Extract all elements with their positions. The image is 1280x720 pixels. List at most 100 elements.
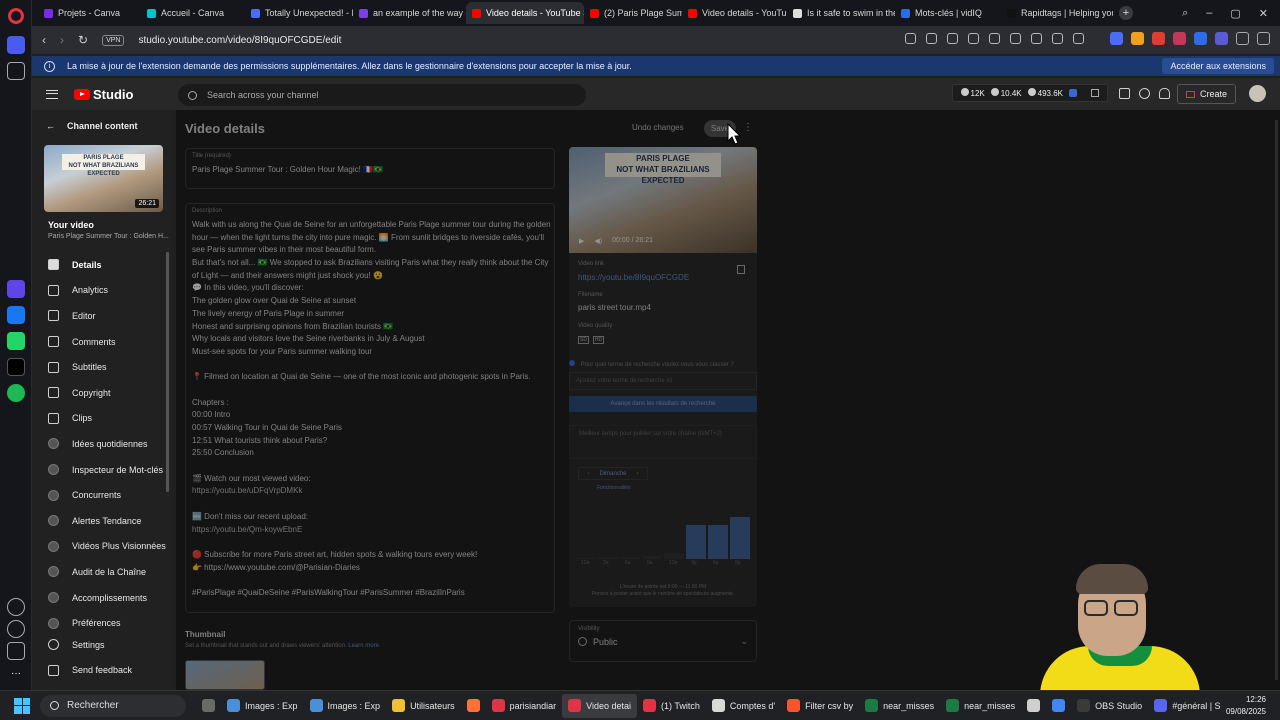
tampermonkey-extension-icon[interactable]	[1131, 32, 1144, 45]
studio-logo[interactable]: Studio	[74, 87, 133, 102]
learn-more-link[interactable]: Learn more	[348, 643, 379, 649]
page-scrollbar[interactable]	[1275, 120, 1278, 680]
taskbar-app[interactable]	[1046, 694, 1071, 718]
video-link[interactable]: https://youtu.be/8I9quOFCGDE	[578, 273, 689, 282]
profile-icon[interactable]	[1073, 33, 1084, 44]
sidebar-item-vid-os-plus-visionn-es[interactable]: Vidéos Plus Visionnées	[32, 534, 170, 560]
taskbar-app[interactable]: Video detai	[562, 693, 637, 718]
puzzle-icon[interactable]	[1257, 32, 1270, 45]
vidiq-stats-widget[interactable]: 12K 10.4K 493.6K	[951, 84, 1108, 102]
visibility-select[interactable]: Visibility Public ⌄	[569, 620, 757, 662]
taskbar-clock[interactable]: 12:26 09/08/2025	[1226, 694, 1266, 718]
sidebar-item-alertes-tendance[interactable]: Alertes Tendance	[32, 508, 170, 534]
taskbar-app[interactable]: Comptes d'	[706, 694, 781, 718]
camera-icon[interactable]	[926, 33, 937, 44]
sidebar-item-accomplissements[interactable]: Accomplissements	[32, 585, 170, 611]
notifications-bell-icon[interactable]	[1159, 88, 1170, 99]
taskbar-app[interactable]: near_misses	[859, 694, 940, 718]
channel-content-link[interactable]: ← Channel content	[46, 121, 138, 131]
extension-icon[interactable]	[968, 33, 979, 44]
browser-tab[interactable]: Video details - YouTube S	[466, 2, 584, 24]
video-player[interactable]: PARIS PLAGE NOT WHAT BRAZILIANS EXPECTED …	[569, 147, 757, 253]
sidebar-item-analytics[interactable]: Analytics	[32, 278, 170, 304]
new-tab-button[interactable]: +	[1119, 6, 1133, 20]
taskbar-app[interactable]: #général | S	[1148, 694, 1226, 718]
star-icon[interactable]	[7, 62, 25, 80]
captions-icon[interactable]	[1119, 88, 1130, 99]
url-field[interactable]: studio.youtube.com/video/8I9quOFCGDE/edi…	[138, 35, 341, 46]
browser-tab[interactable]: an example of the way c	[353, 2, 466, 24]
k-extension-icon[interactable]	[1173, 32, 1186, 45]
sidebar-item-comments[interactable]: Comments	[32, 329, 170, 355]
browser-tab[interactable]: Mots-clés | vidIQ	[895, 2, 1001, 24]
taskbar-app[interactable]: near_misses	[940, 694, 1021, 718]
search-tabs-icon[interactable]: ⌕	[1182, 7, 1188, 20]
maximize-button[interactable]: ▢	[1230, 7, 1240, 20]
go-to-extensions-button[interactable]: Accéder aux extensions	[1162, 58, 1274, 74]
spotify-icon[interactable]	[7, 384, 25, 402]
o-extension-icon[interactable]	[1215, 32, 1228, 45]
taskbar-app[interactable]: (1) Twitch	[637, 694, 706, 718]
taskbar-app[interactable]: parisiandiar	[486, 694, 563, 718]
sidebar-scrollbar[interactable]	[166, 252, 169, 492]
browser-tab[interactable]: Video details - YouTube	[682, 2, 787, 24]
whatsapp-icon[interactable]	[7, 332, 25, 350]
download-icon[interactable]	[1031, 33, 1042, 44]
sidebar-item-clips[interactable]: Clips	[32, 406, 170, 432]
sidebar-item-inspecteur-de-mot-cl-s[interactable]: Inspecteur de Mot-clés	[32, 457, 170, 483]
taskbar-app[interactable]	[196, 694, 221, 718]
opera-logo-icon[interactable]	[8, 8, 24, 24]
description-field[interactable]: Description Walk with us along the Quai …	[185, 203, 555, 613]
account-avatar[interactable]	[1249, 85, 1266, 102]
reload-icon[interactable]: ↻	[78, 33, 88, 47]
sidebar-item-id-es-quotidiennes[interactable]: Idées quotidiennes	[32, 431, 170, 457]
video-thumbnail[interactable]: PARIS PLAGE NOT WHAT BRAZILIANS EXPECTED …	[44, 145, 163, 212]
shield-icon[interactable]	[947, 33, 958, 44]
taskbar-app[interactable]: OBS Studio	[1071, 694, 1148, 718]
taskbar-app[interactable]: Utilisateurs	[386, 694, 461, 718]
channel-search-input[interactable]: Search across your channel	[178, 84, 586, 106]
edit-icon[interactable]	[905, 33, 916, 44]
browser-tab[interactable]: Projets - Canva	[38, 2, 141, 24]
taskbar-app[interactable]	[1021, 694, 1046, 718]
taskbar-app[interactable]	[461, 694, 486, 718]
play-icon[interactable]: ▶	[579, 237, 584, 245]
help-icon[interactable]	[1139, 88, 1150, 99]
sidebar-item-settings[interactable]: Settings	[32, 632, 170, 658]
menu-icon[interactable]	[1052, 33, 1063, 44]
vpn-badge[interactable]: VPN	[102, 34, 125, 46]
current-thumbnail[interactable]	[185, 660, 265, 690]
close-window-button[interactable]: ✕	[1259, 7, 1268, 20]
title-field[interactable]: Title (required) Paris Plage Summer Tour…	[185, 148, 555, 189]
undo-changes-button[interactable]: Undo changes	[632, 123, 684, 132]
hamburger-menu-icon[interactable]	[46, 89, 58, 99]
browser-tab[interactable]: Is it safe to swim in the S	[787, 2, 895, 24]
browser-tab[interactable]: (2) Paris Plage Summer T	[584, 2, 682, 24]
sidebar-item-subtitles[interactable]: Subtitles	[32, 354, 170, 380]
back-icon[interactable]: ‹	[42, 33, 46, 47]
volume-icon[interactable]: ◀)	[594, 237, 602, 245]
x-icon[interactable]	[7, 358, 25, 376]
copy-icon[interactable]	[737, 265, 745, 274]
heart-icon[interactable]	[7, 598, 25, 616]
taskbar-app[interactable]: Filter csv by	[781, 694, 859, 718]
vidiq-extension-icon[interactable]	[1152, 32, 1165, 45]
more-icon[interactable]: ···	[7, 664, 25, 682]
sidebar-item-feedback[interactable]: Send feedback	[32, 658, 170, 684]
sidebar-item-details[interactable]: Details	[32, 252, 170, 278]
minimize-button[interactable]: –	[1206, 7, 1212, 19]
taskbar-app[interactable]: Images : Exp	[221, 694, 304, 718]
more-options-icon[interactable]: ⋮	[743, 122, 753, 133]
sidebar-item-concurrents[interactable]: Concurrents	[32, 482, 170, 508]
pin-icon[interactable]	[1091, 89, 1099, 97]
create-button[interactable]: Create	[1176, 84, 1236, 104]
home-icon[interactable]	[7, 36, 25, 54]
tag-extension-icon[interactable]	[1194, 32, 1207, 45]
taskbar-search[interactable]: Rechercher	[40, 694, 186, 717]
browser-tab[interactable]: Totally Unexpected! - M	[245, 2, 353, 24]
downloads-icon[interactable]	[7, 642, 25, 660]
sidebar-item-editor[interactable]: Editor	[32, 303, 170, 329]
browser-tab[interactable]: Rapidtags | Helping you	[1001, 2, 1113, 24]
translate-extension-icon[interactable]	[1110, 32, 1123, 45]
sidebar-item-audit-de-la-cha-ne[interactable]: Audit de la Chaîne	[32, 559, 170, 585]
